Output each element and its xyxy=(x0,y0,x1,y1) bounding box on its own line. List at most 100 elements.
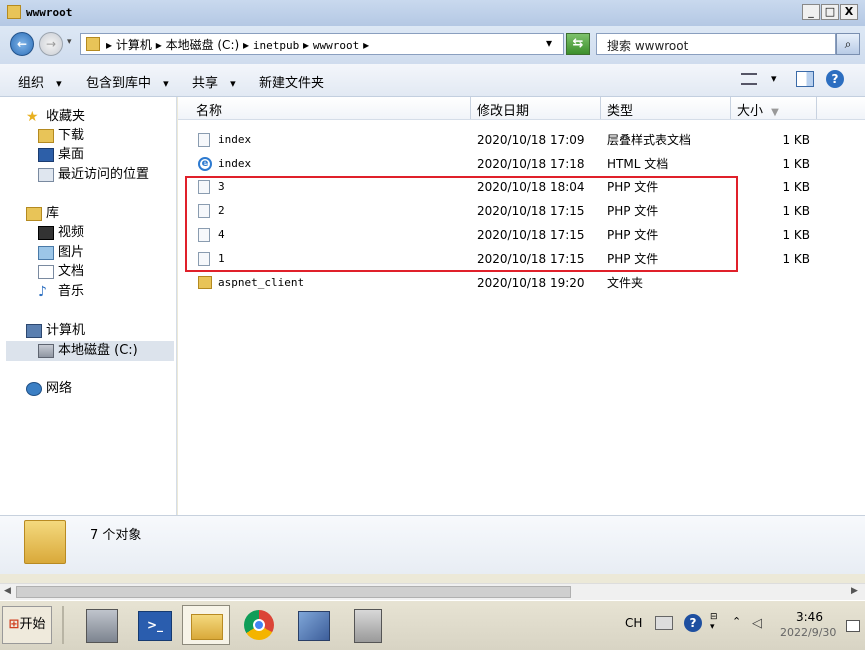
scrollbar-thumb[interactable] xyxy=(16,586,571,598)
include-library-label: 包含到库中 xyxy=(86,76,152,91)
nav-music[interactable]: ♪ 音乐 xyxy=(38,283,84,301)
nav-downloads[interactable]: 下载 xyxy=(38,127,84,145)
clock-time[interactable]: 3:46 xyxy=(796,610,823,624)
show-desktop-button[interactable] xyxy=(846,620,860,632)
chevron-down-icon: ▾ xyxy=(163,77,169,90)
organize-button[interactable]: 组织 ▾ xyxy=(18,72,62,91)
downloads-folder-icon xyxy=(38,128,54,143)
column-date[interactable]: 修改日期 xyxy=(477,100,529,119)
search-icon[interactable]: ⌕ xyxy=(836,33,860,55)
start-button[interactable]: ⊞开始 xyxy=(2,606,52,644)
file-row[interactable]: e index 2020/10/18 17:18 HTML 文档 1 KB xyxy=(178,152,865,176)
language-indicator[interactable]: CH xyxy=(625,616,642,630)
navigation-pane xyxy=(0,97,177,515)
network-tool-shape xyxy=(298,611,330,641)
view-dropdown-icon[interactable]: ▾ xyxy=(771,72,777,85)
column-separator[interactable] xyxy=(816,97,817,119)
server-manager-icon[interactable] xyxy=(78,605,126,645)
powershell-icon[interactable]: >_ xyxy=(130,605,178,645)
column-type[interactable]: 类型 xyxy=(607,100,633,119)
chevron-down-icon: ▾ xyxy=(56,77,62,90)
maximize-button[interactable]: □ xyxy=(821,4,839,20)
nav-pictures[interactable]: 图片 xyxy=(38,244,84,262)
preview-pane-icon[interactable] xyxy=(796,71,814,87)
back-button[interactable]: ← xyxy=(10,32,34,56)
nav-desktop[interactable]: 桌面 xyxy=(38,146,84,164)
breadcrumb-separator[interactable]: ▸ xyxy=(303,38,309,52)
breadcrumb-separator[interactable]: ▸ xyxy=(106,38,112,52)
admin-tools-icon[interactable] xyxy=(344,605,392,645)
breadcrumb-inetpub[interactable]: inetpub xyxy=(253,39,299,52)
nav-pictures-label: 图片 xyxy=(58,245,85,260)
breadcrumb-separator[interactable]: ▸ xyxy=(243,38,249,52)
column-separator[interactable] xyxy=(470,97,471,119)
nav-network[interactable]: 网络 xyxy=(26,380,72,398)
keyboard-icon[interactable] xyxy=(655,616,673,630)
close-button[interactable]: X xyxy=(840,4,858,20)
scroll-left-arrow-icon[interactable]: ◀ xyxy=(4,586,11,596)
scroll-right-arrow-icon[interactable]: ▶ xyxy=(851,586,858,596)
file-date: 2020/10/18 17:09 xyxy=(477,133,585,147)
help-tray-icon[interactable]: ? xyxy=(684,614,702,632)
new-folder-button[interactable]: 新建文件夹 xyxy=(259,72,324,91)
column-size[interactable]: 大小 ▼ xyxy=(737,100,779,119)
explorer-shape xyxy=(191,614,223,640)
column-separator[interactable] xyxy=(600,97,601,119)
explorer-taskbar-icon[interactable] xyxy=(182,605,230,645)
breadcrumb-local-disk[interactable]: 本地磁盘 (C:) xyxy=(166,38,240,52)
drive-icon xyxy=(38,343,54,358)
file-row[interactable]: aspnet_client 2020/10/18 19:20 文件夹 xyxy=(178,271,865,295)
include-in-library-button[interactable]: 包含到库中 ▾ xyxy=(86,72,169,91)
sort-arrow-icon: ▼ xyxy=(771,107,779,118)
nav-documents-label: 文档 xyxy=(58,264,85,279)
folder-icon xyxy=(198,276,212,289)
item-count: 7 个对象 xyxy=(90,528,142,543)
nav-libraries-label: 库 xyxy=(46,206,60,221)
nav-recent-places[interactable]: 最近访问的位置 xyxy=(38,166,149,184)
breadcrumb-computer[interactable]: 计算机 xyxy=(116,38,152,52)
network-tool-icon[interactable] xyxy=(290,605,338,645)
nav-favorites-label: 收藏夹 xyxy=(46,109,86,124)
admin-tools-shape xyxy=(354,609,382,643)
nav-desktop-label: 桌面 xyxy=(58,147,85,162)
nav-favorites[interactable]: ★ 收藏夹 xyxy=(26,108,85,126)
nav-computer[interactable]: 计算机 xyxy=(26,322,85,340)
breadcrumb-separator[interactable]: ▸ xyxy=(156,38,162,52)
share-button[interactable]: 共享 ▾ xyxy=(192,72,236,91)
minimize-button[interactable]: _ xyxy=(802,4,820,20)
refresh-button[interactable]: ⇆ xyxy=(566,33,590,55)
chrome-center xyxy=(253,619,265,631)
breadcrumb-wwwroot[interactable]: wwwroot xyxy=(313,39,359,52)
history-dropdown-icon[interactable]: ▾ xyxy=(67,37,72,47)
view-options-icon[interactable] xyxy=(741,73,757,85)
nav-videos[interactable]: 视频 xyxy=(38,224,84,242)
volume-icon[interactable]: ◁ xyxy=(752,616,762,631)
show-hidden-icons-icon[interactable]: ⌃ xyxy=(732,615,741,628)
clock-date[interactable]: 2022/9/30 xyxy=(780,626,836,639)
nav-libraries[interactable]: 库 xyxy=(26,205,59,223)
nav-documents[interactable]: 文档 xyxy=(38,263,84,281)
folder-icon xyxy=(86,37,100,51)
ie-html-icon: e xyxy=(198,157,212,171)
help-icon[interactable]: ? xyxy=(826,70,844,88)
folder-icon xyxy=(7,5,21,19)
breadcrumb-separator[interactable]: ▸ xyxy=(363,38,369,52)
address-dropdown-icon[interactable]: ▾ xyxy=(546,36,552,50)
file-date: 2020/10/18 19:20 xyxy=(477,276,585,290)
file-row[interactable]: index 2020/10/18 17:09 层叠样式表文档 1 KB xyxy=(178,128,865,152)
file-size: 1 KB xyxy=(782,204,810,218)
nav-music-label: 音乐 xyxy=(58,284,85,299)
file-type: 层叠样式表文档 xyxy=(607,133,692,147)
nav-computer-label: 计算机 xyxy=(46,323,86,338)
file-size: 1 KB xyxy=(782,180,810,194)
file-size: 1 KB xyxy=(782,133,810,147)
column-separator[interactable] xyxy=(730,97,731,119)
column-name[interactable]: 名称 xyxy=(196,100,222,119)
ime-options-icon[interactable]: ⊟ ▾ xyxy=(710,612,718,632)
forward-button[interactable]: → xyxy=(39,32,63,56)
file-date: 2020/10/18 17:18 xyxy=(477,157,585,171)
chrome-icon[interactable] xyxy=(236,605,284,645)
search-input[interactable]: 搜索 wwwroot xyxy=(596,33,836,55)
server-manager-shape xyxy=(86,609,118,643)
nav-local-disk[interactable]: 本地磁盘 (C:) xyxy=(38,342,138,360)
